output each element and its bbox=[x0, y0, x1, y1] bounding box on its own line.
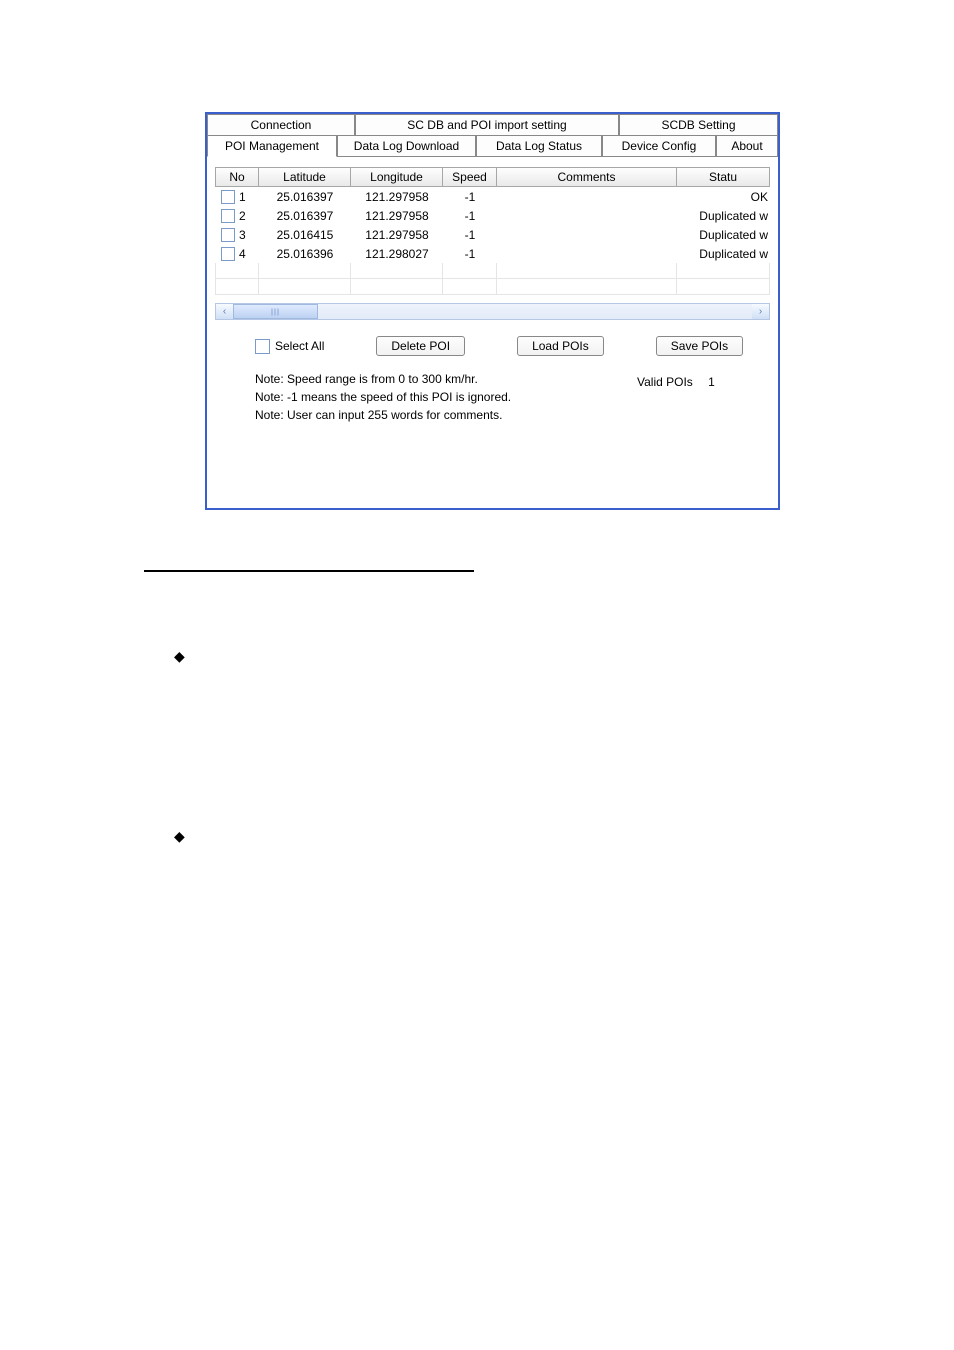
select-all-checkbox[interactable]: Select All bbox=[255, 339, 324, 354]
cell-no: 4 bbox=[239, 247, 246, 261]
cell-status: Duplicated w bbox=[677, 209, 770, 223]
select-all-label: Select All bbox=[275, 339, 324, 353]
delete-poi-button[interactable]: Delete POI bbox=[376, 336, 465, 356]
tabs-row-1: Connection SC DB and POI import setting … bbox=[207, 114, 778, 135]
column-header-speed[interactable]: Speed bbox=[443, 167, 497, 187]
column-header-status[interactable]: Statu bbox=[677, 167, 770, 187]
tab-connection[interactable]: Connection bbox=[207, 114, 355, 135]
table-row[interactable]: 4 25.016396 121.298027 -1 Duplicated w bbox=[215, 244, 770, 263]
cell-latitude: 25.016397 bbox=[259, 209, 351, 223]
valid-pois-readout: Valid POIs 1 bbox=[637, 375, 715, 389]
controls-row: Select All Delete POI Load POIs Save POI… bbox=[215, 336, 770, 356]
cell-latitude: 25.016397 bbox=[259, 190, 351, 204]
cell-no: 3 bbox=[239, 228, 246, 242]
table-row[interactable]: 1 25.016397 121.297958 -1 OK bbox=[215, 187, 770, 206]
cell-speed: -1 bbox=[443, 190, 497, 204]
note-line-3: Note: User can input 255 words for comme… bbox=[255, 406, 770, 424]
cell-longitude: 121.297958 bbox=[351, 190, 443, 204]
cell-latitude: 25.016415 bbox=[259, 228, 351, 242]
column-header-latitude[interactable]: Latitude bbox=[259, 167, 351, 187]
tab-poi-management[interactable]: POI Management bbox=[207, 135, 337, 157]
cell-status: OK bbox=[677, 190, 770, 204]
tab-device-config[interactable]: Device Config bbox=[602, 135, 716, 157]
cell-status: Duplicated w bbox=[677, 228, 770, 242]
bullet-diamond-icon: ◆ bbox=[174, 828, 185, 845]
cell-speed: -1 bbox=[443, 228, 497, 242]
checkbox-icon[interactable] bbox=[255, 339, 270, 354]
scroll-track[interactable] bbox=[233, 304, 752, 319]
cell-no: 2 bbox=[239, 209, 246, 223]
tab-data-log-status[interactable]: Data Log Status bbox=[476, 135, 602, 157]
table-row[interactable]: 2 25.016397 121.297958 -1 Duplicated w bbox=[215, 206, 770, 225]
scroll-right-arrow-icon[interactable]: › bbox=[752, 304, 769, 319]
cell-no: 1 bbox=[239, 190, 246, 204]
column-header-comments[interactable]: Comments bbox=[497, 167, 677, 187]
column-header-no[interactable]: No bbox=[215, 167, 259, 187]
cell-longitude: 121.297958 bbox=[351, 228, 443, 242]
table-empty-row bbox=[215, 279, 770, 295]
cell-speed: -1 bbox=[443, 247, 497, 261]
tab-about[interactable]: About bbox=[716, 135, 778, 157]
load-pois-button[interactable]: Load POIs bbox=[517, 336, 604, 356]
app-window: Connection SC DB and POI import setting … bbox=[205, 112, 780, 510]
row-checkbox[interactable] bbox=[221, 228, 235, 242]
tab-panel-poi-management: No Latitude Longitude Speed Comments Sta… bbox=[207, 156, 778, 510]
table-empty-row bbox=[215, 263, 770, 279]
cell-longitude: 121.298027 bbox=[351, 247, 443, 261]
column-header-longitude[interactable]: Longitude bbox=[351, 167, 443, 187]
cell-longitude: 121.297958 bbox=[351, 209, 443, 223]
row-checkbox[interactable] bbox=[221, 247, 235, 261]
tab-data-log-download[interactable]: Data Log Download bbox=[337, 135, 476, 157]
page: Connection SC DB and POI import setting … bbox=[0, 0, 954, 1350]
tab-scdb-import[interactable]: SC DB and POI import setting bbox=[355, 114, 619, 135]
section-underline bbox=[144, 570, 474, 572]
cell-status: Duplicated w bbox=[677, 247, 770, 261]
scroll-left-arrow-icon[interactable]: ‹ bbox=[216, 304, 233, 319]
table-body: 1 25.016397 121.297958 -1 OK 2 25.016397… bbox=[215, 187, 770, 303]
tabs-row-2: POI Management Data Log Download Data Lo… bbox=[207, 135, 778, 157]
cell-speed: -1 bbox=[443, 209, 497, 223]
note-line-2: Note: -1 means the speed of this POI is … bbox=[255, 388, 770, 406]
valid-pois-value: 1 bbox=[708, 375, 715, 389]
row-checkbox[interactable] bbox=[221, 190, 235, 204]
save-pois-button[interactable]: Save POIs bbox=[656, 336, 743, 356]
scroll-thumb[interactable] bbox=[233, 304, 318, 319]
table-row[interactable]: 3 25.016415 121.297958 -1 Duplicated w bbox=[215, 225, 770, 244]
bullet-diamond-icon: ◆ bbox=[174, 648, 185, 665]
cell-latitude: 25.016396 bbox=[259, 247, 351, 261]
poi-table: No Latitude Longitude Speed Comments Sta… bbox=[215, 167, 770, 320]
horizontal-scrollbar[interactable]: ‹ › bbox=[215, 303, 770, 320]
scroll-grip-icon bbox=[271, 308, 280, 315]
table-header: No Latitude Longitude Speed Comments Sta… bbox=[215, 167, 770, 187]
valid-pois-label: Valid POIs bbox=[637, 375, 693, 389]
row-checkbox[interactable] bbox=[221, 209, 235, 223]
tab-scdb-setting[interactable]: SCDB Setting bbox=[619, 114, 778, 135]
